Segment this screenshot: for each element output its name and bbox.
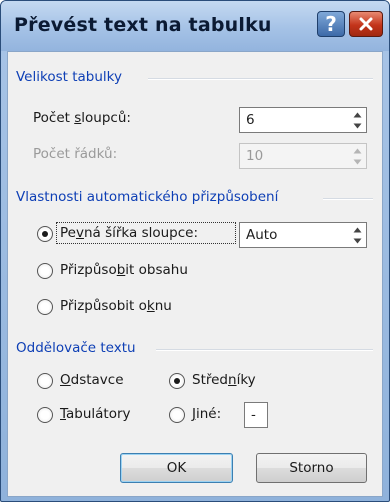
other-separator-value: - xyxy=(251,407,256,423)
close-button[interactable] xyxy=(349,11,383,37)
rows-spinner: 10 xyxy=(239,143,367,169)
column-width-value: Auto xyxy=(246,227,278,243)
group-title-table-size: Velikost tabulky xyxy=(16,69,122,85)
rows-label: Počet řádků: xyxy=(33,146,118,162)
radio-semicolons[interactable] xyxy=(169,373,185,389)
columns-value: 6 xyxy=(246,112,255,128)
spin-down-icon[interactable] xyxy=(349,120,365,131)
spin-down-icon[interactable] xyxy=(349,235,365,246)
group-title-autofit: Vlastnosti automatického přizpůsobení xyxy=(16,189,279,205)
radio-autofit-window[interactable] xyxy=(37,299,53,315)
other-separator-input[interactable]: - xyxy=(244,402,268,428)
spin-up-icon[interactable] xyxy=(349,109,365,120)
tabs-label[interactable]: Tabulátory xyxy=(60,406,131,422)
radio-fixed-column-width[interactable] xyxy=(37,226,53,242)
radio-autofit-contents[interactable] xyxy=(37,263,53,279)
autofit-window-label[interactable]: Přizpůsobit oknu xyxy=(60,298,172,314)
group-title-separators: Oddělovače textu xyxy=(16,340,136,356)
group-divider xyxy=(148,78,373,80)
dialog-title: Převést text na tabulku xyxy=(14,14,272,36)
cancel-button[interactable]: Storno xyxy=(256,453,367,483)
group-divider xyxy=(156,349,373,351)
radio-paragraphs[interactable] xyxy=(37,373,53,389)
paragraphs-label[interactable]: Odstavce xyxy=(60,372,124,388)
group-divider xyxy=(323,198,373,200)
help-button[interactable]: ? xyxy=(317,11,345,37)
dialog-window: Převést text na tabulku ? Velikost tabul… xyxy=(0,0,390,502)
semicolons-label[interactable]: Středníky xyxy=(192,372,256,388)
help-icon: ? xyxy=(325,12,337,36)
spin-up-icon xyxy=(349,145,365,156)
dialog-client-area: Velikost tabulky Počet sloupců: 6 Počet … xyxy=(7,51,383,497)
spin-down-icon xyxy=(349,156,365,167)
rows-value: 10 xyxy=(246,148,264,164)
close-icon xyxy=(359,17,373,31)
column-width-spinner[interactable]: Auto xyxy=(239,222,367,248)
title-bar[interactable]: Převést text na tabulku ? xyxy=(1,1,389,51)
spin-up-icon[interactable] xyxy=(349,224,365,235)
radio-tabs[interactable] xyxy=(37,407,53,423)
columns-spinner[interactable]: 6 xyxy=(239,107,367,133)
fixed-width-label[interactable]: Pevná šířka sloupce: xyxy=(60,225,198,241)
other-label[interactable]: Jiné: xyxy=(192,406,221,422)
ok-button[interactable]: OK xyxy=(120,453,233,483)
radio-other[interactable] xyxy=(169,407,185,423)
autofit-contents-label[interactable]: Přizpůsobit obsahu xyxy=(60,262,188,278)
columns-label: Počet sloupců: xyxy=(33,110,131,126)
